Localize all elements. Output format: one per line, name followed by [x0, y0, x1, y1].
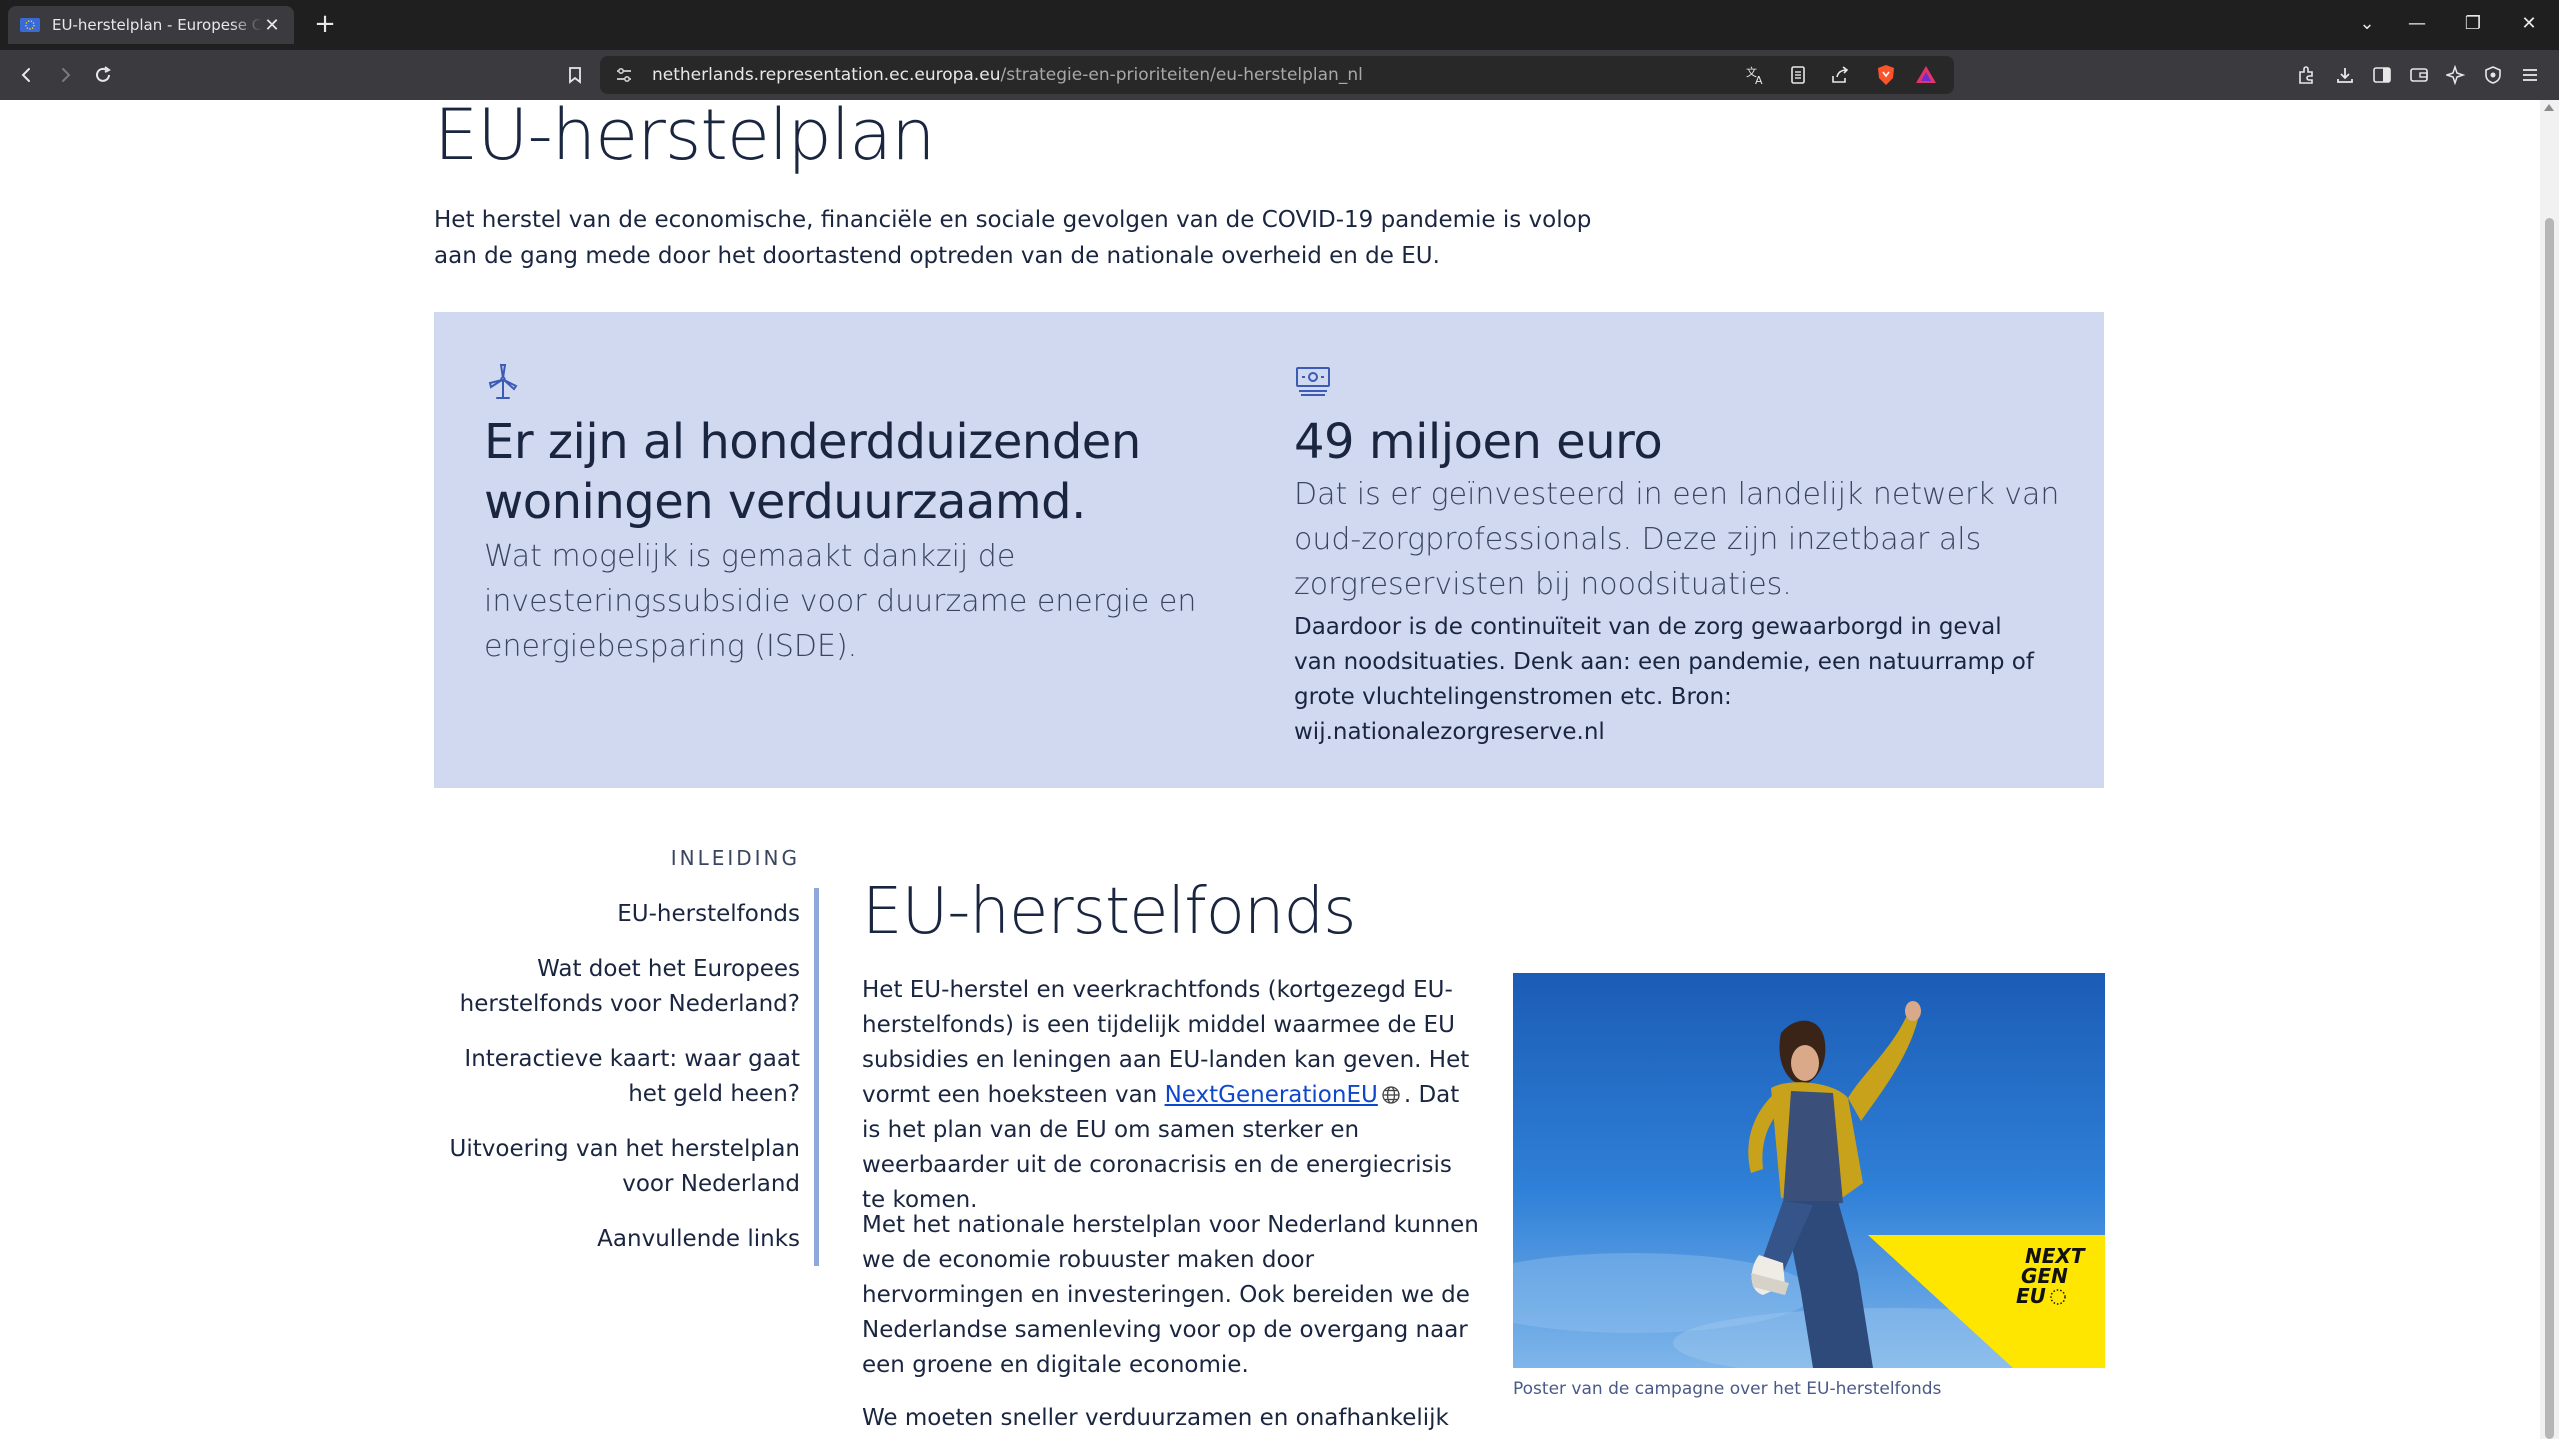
url-path: /strategie-en-prioriteiten/eu-herstelpla…: [1000, 65, 1363, 85]
stats-panel: Er zijn al honderdduizenden woningen ver…: [434, 312, 2104, 788]
page-title: EU-herstelplan: [434, 100, 936, 176]
stat-heading: Er zijn al honderdduizenden woningen ver…: [484, 414, 1141, 530]
toc-indicator: [814, 888, 819, 1266]
tab-title: EU-herstelplan - Europese Commissie: [52, 16, 262, 34]
section-title: EU-herstelfonds: [862, 875, 1356, 949]
stat-subtext: Dat is er geïnvesteerd in een landelijk …: [1294, 477, 2060, 602]
translate-icon[interactable]: 文A: [1744, 63, 1768, 87]
toc-link-links[interactable]: Aanvullende links: [440, 1222, 800, 1257]
bookmark-icon: [569, 67, 581, 84]
forward-arrow-icon: [62, 68, 71, 82]
browser-toolbar: netherlands.representation.ec.europa.eu/…: [0, 50, 2559, 100]
eu-flag-favicon-icon: [20, 18, 40, 32]
tab-close-icon[interactable]: ✕: [262, 15, 282, 36]
reload-icon: [96, 66, 111, 82]
stat-note: Daardoor is de continuïteit van de zorg …: [1294, 614, 2034, 745]
site-settings-icon[interactable]: [614, 65, 634, 85]
share-icon[interactable]: [1828, 63, 1852, 87]
wallet-icon[interactable]: [2407, 63, 2431, 87]
stat-heading: 49 miljoen euro: [1294, 414, 1663, 470]
leo-ai-icon[interactable]: [2444, 63, 2468, 87]
scroll-thumb[interactable]: [2545, 218, 2554, 1439]
money-icon: [1294, 362, 1332, 400]
download-icon[interactable]: [2333, 63, 2357, 87]
back-arrow-icon: [21, 68, 30, 82]
svg-text:A: A: [1755, 74, 1763, 86]
page-intro: Het herstel van de economische, financië…: [434, 207, 1592, 269]
brave-rewards-icon[interactable]: [1914, 63, 1938, 87]
toc-label: INLEIDING: [670, 846, 800, 870]
toc-link-herstelfonds[interactable]: EU-herstelfonds: [500, 897, 800, 932]
stat-subtext: Wat mogelijk is gemaakt dankzij de inves…: [484, 539, 1197, 664]
restore-window-button[interactable]: ❐: [2456, 8, 2490, 40]
poster-caption: Poster van de campagne over het EU-herst…: [1513, 1379, 1942, 1399]
url-host: netherlands.representation.ec.europa.eu: [652, 65, 1001, 85]
campaign-poster-image: NEXT GEN EU: [1513, 973, 2105, 1368]
vpn-shield-icon[interactable]: [2481, 63, 2505, 87]
close-window-button[interactable]: ✕: [2512, 8, 2546, 40]
page-viewport: EU-herstelplan Het herstel van de econom…: [0, 100, 2540, 1439]
back-button[interactable]: [12, 60, 42, 90]
extensions-icon[interactable]: [2294, 63, 2318, 87]
page-scrollbar[interactable]: [2540, 100, 2559, 1439]
browser-tab[interactable]: EU-herstelplan - Europese Commissie ✕: [8, 6, 294, 44]
url-text: netherlands.representation.ec.europa.eu/…: [652, 56, 1363, 94]
scroll-up-arrow-icon[interactable]: [2544, 104, 2554, 111]
external-link-globe-icon: [1380, 1082, 1402, 1104]
browser-tab-bar: EU-herstelplan - Europese Commissie ✕ + …: [0, 0, 2559, 50]
new-tab-button[interactable]: +: [312, 9, 338, 39]
paragraph-plan: Met het nationale herstelplan voor Neder…: [862, 1212, 1479, 1378]
menu-icon[interactable]: [2518, 63, 2542, 87]
reader-mode-icon[interactable]: [1786, 63, 1810, 87]
reload-button[interactable]: [88, 60, 118, 90]
poster-illustration: NEXT GEN EU: [1513, 973, 2105, 1368]
paragraph-intro: Het EU-herstel en veerkrachtfonds (kortg…: [862, 973, 1482, 1218]
paragraph-sustainability: We moeten sneller verduurzamen en onafha…: [862, 1405, 1449, 1431]
address-bar[interactable]: netherlands.representation.ec.europa.eu/…: [600, 56, 1954, 94]
toc-link-uitvoering[interactable]: Uitvoering van het herstelplan voor Nede…: [440, 1132, 800, 1202]
tab-search-icon[interactable]: ⌄: [2350, 8, 2384, 40]
forward-button[interactable]: [50, 60, 80, 90]
nextgenerationeu-link[interactable]: NextGenerationEU: [1165, 1082, 1378, 1108]
toc-link-nederland[interactable]: Wat doet het Europees herstelfonds voor …: [440, 952, 800, 1022]
minimize-window-button[interactable]: —: [2400, 8, 2434, 40]
bookmark-button[interactable]: [560, 60, 590, 90]
logo-line-3: EU: [2016, 1284, 2046, 1308]
wind-turbine-icon: [484, 362, 522, 400]
brave-shields-icon[interactable]: [1874, 63, 1898, 87]
sidebar-icon[interactable]: [2370, 63, 2394, 87]
toc-link-kaart[interactable]: Interactieve kaart: waar gaat het geld h…: [440, 1042, 800, 1112]
